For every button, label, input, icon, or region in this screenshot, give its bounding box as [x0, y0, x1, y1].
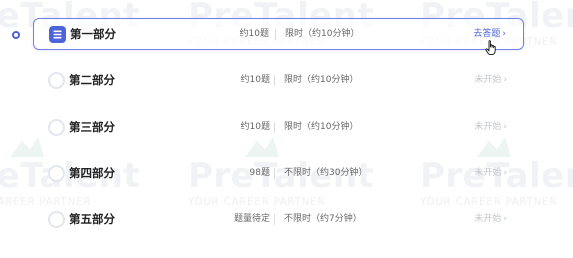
- empty-circle-icon: [48, 72, 65, 89]
- section-name: 第二部分: [69, 73, 115, 87]
- not-started-status: 未开始 ›: [474, 204, 507, 235]
- chevron-right-icon: ›: [502, 29, 506, 39]
- section-time-limit: 不限时（约30分钟）: [284, 168, 368, 178]
- section-name: 第一部分: [70, 27, 116, 41]
- not-started-status: 未开始 ›: [474, 65, 507, 96]
- not-started-status: 未开始 ›: [474, 112, 507, 143]
- section-row-2: 第二部分 约10题 限时（约10分钟） 未开始 ›: [33, 65, 524, 97]
- start-answer-label: 去答题: [473, 29, 501, 39]
- section-row-3: 第三部分 约10题 限时（约10分钟） 未开始 ›: [33, 112, 524, 144]
- empty-circle-icon: [48, 211, 65, 228]
- chevron-right-icon: ›: [503, 75, 507, 85]
- not-started-label: 未开始: [474, 214, 502, 224]
- section-question-count: 约10题: [239, 29, 269, 39]
- section-time-limit: 限时（约10分钟）: [284, 122, 359, 132]
- divider: [274, 75, 275, 86]
- section-time-limit: 限时（约10分钟）: [284, 75, 359, 85]
- section-question-count: 98题: [249, 168, 270, 178]
- section-question-count: 题量待定: [233, 214, 270, 224]
- not-started-label: 未开始: [474, 122, 502, 132]
- not-started-status: 未开始 ›: [474, 158, 507, 189]
- chevron-right-icon: ›: [503, 214, 507, 224]
- section-time-limit: 不限时（约7分钟）: [284, 214, 362, 224]
- start-answer-link[interactable]: 去答题 ›: [473, 19, 506, 50]
- section-row-1[interactable]: 第一部分 约10题 限时（约10分钟） 去答题 ›: [33, 18, 524, 50]
- section-name: 第三部分: [69, 120, 115, 134]
- section-name: 第五部分: [69, 212, 115, 226]
- step-ring-icon: [12, 31, 20, 39]
- chevron-right-icon: ›: [503, 122, 507, 132]
- not-started-label: 未开始: [474, 75, 502, 85]
- not-started-label: 未开始: [474, 168, 502, 178]
- section-question-count: 约10题: [240, 122, 270, 132]
- divider: [274, 214, 275, 225]
- list-document-icon: [49, 26, 66, 43]
- section-row-4: 第四部分 98题 不限时（约30分钟） 未开始 ›: [33, 158, 524, 190]
- section-name: 第四部分: [69, 166, 115, 180]
- divider: [274, 168, 275, 179]
- section-row-5: 第五部分 题量待定 不限时（约7分钟） 未开始 ›: [33, 204, 524, 236]
- empty-circle-icon: [48, 119, 65, 136]
- divider: [274, 122, 275, 133]
- section-question-count: 约10题: [240, 75, 270, 85]
- section-time-limit: 限时（约10分钟）: [285, 29, 360, 39]
- empty-circle-icon: [48, 165, 65, 182]
- chevron-right-icon: ›: [503, 168, 507, 178]
- divider: [275, 29, 276, 40]
